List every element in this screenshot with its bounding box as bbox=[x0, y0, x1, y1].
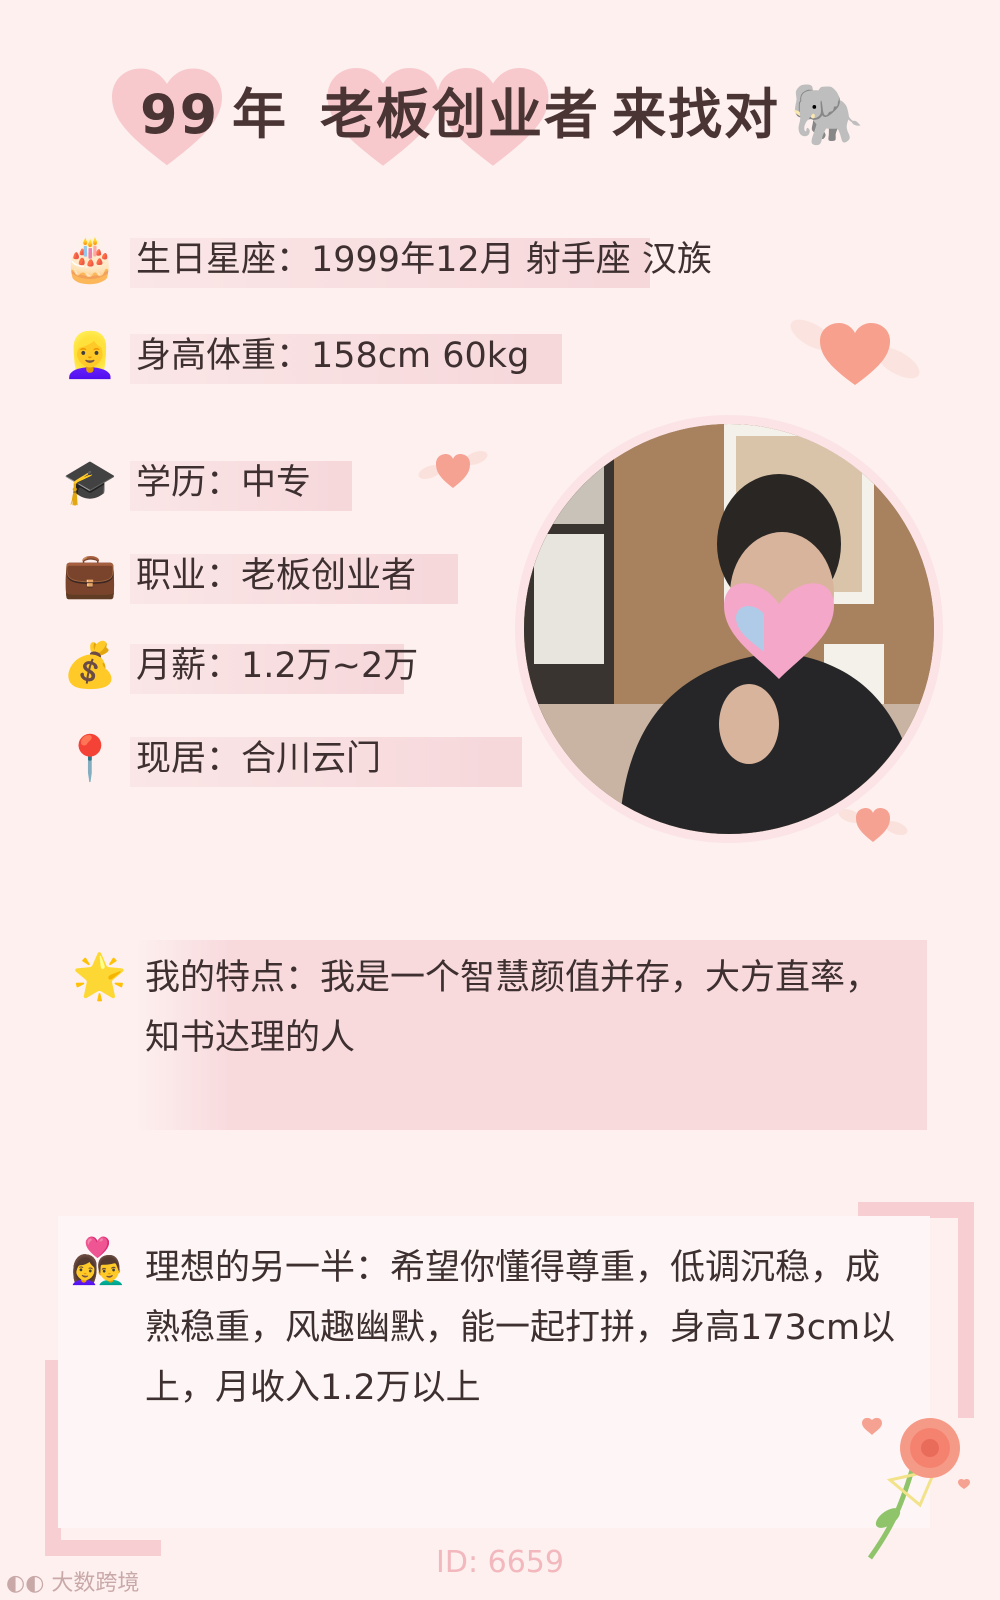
feature-text: 我的特点：我是一个智慧颜值并存，大方直率，知书达理的人 bbox=[145, 958, 881, 1058]
info-text-birthday: 生日星座：1999年12月 射手座 汉族 bbox=[136, 240, 712, 280]
glowing-star-icon: 🌟 bbox=[72, 951, 127, 1002]
money-bag-icon: 💰 bbox=[62, 640, 118, 691]
info-row-education: 🎓 学历：中专 bbox=[60, 455, 380, 511]
info-row-occupation: 💼 职业：老板创业者 bbox=[60, 548, 480, 604]
info-row-birthday: 🎂 生日星座：1999年12月 射手座 汉族 bbox=[60, 232, 760, 288]
info-row-height-weight: 👱‍♀️ 身高体重：158cm 60kg bbox=[60, 328, 580, 384]
info-row-salary: 💰 月薪：1.2万~2万 bbox=[60, 638, 440, 694]
title-year-number: 99 bbox=[140, 83, 220, 146]
briefcase-icon: 💼 bbox=[62, 550, 118, 601]
rose-icon bbox=[860, 1410, 970, 1560]
info-text-residence: 现居：合川云门 bbox=[136, 739, 382, 779]
watermark-icon: ◐◐ bbox=[6, 1571, 45, 1596]
watermark-logo: ◐◐ 大数跨境 bbox=[6, 1565, 139, 1597]
profile-photo[interactable] bbox=[524, 424, 934, 834]
info-text-height-weight: 身高体重：158cm 60kg bbox=[136, 336, 530, 376]
info-text-occupation: 职业：老板创业者 bbox=[136, 556, 417, 596]
graduation-cap-icon: 🎓 bbox=[62, 457, 118, 508]
title-call-to-action: 来找对 bbox=[612, 83, 780, 146]
title-occupation: 老板创业者 bbox=[320, 83, 600, 146]
watermark-text: 大数跨境 bbox=[51, 1571, 140, 1596]
small-winged-heart-icon-2 bbox=[838, 800, 908, 846]
info-text-education: 学历：中专 bbox=[136, 463, 312, 503]
profile-id: ID: 6659 bbox=[436, 1545, 564, 1580]
woman-icon: 👱‍♀️ bbox=[62, 330, 118, 381]
small-winged-heart-icon bbox=[418, 444, 488, 494]
ideal-partner-text: 理想的另一半：希望你懂得尊重，低调沉稳，成熟稳重，风趣幽默，能一起打拼，身高17… bbox=[145, 1248, 896, 1408]
info-text-salary: 月薪：1.2万~2万 bbox=[136, 646, 419, 686]
elephant-icon: 🐘 bbox=[790, 80, 867, 150]
profile-photo-frame bbox=[515, 415, 943, 843]
location-pin-icon: 📍 bbox=[62, 733, 118, 784]
title-banner: 99 年 老板创业者 来找对 🐘 bbox=[0, 60, 1000, 180]
title-year-label: 年 bbox=[232, 83, 288, 146]
couple-with-heart-icon: 👩‍❤️‍👨 bbox=[70, 1236, 125, 1287]
birthday-cake-icon: 🎂 bbox=[62, 234, 118, 285]
winged-heart-icon bbox=[790, 305, 920, 395]
info-row-residence: 📍 现居：合川云门 bbox=[60, 731, 540, 787]
